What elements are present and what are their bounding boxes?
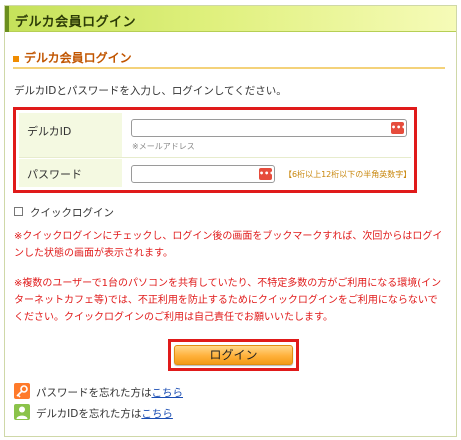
id-input[interactable]: ••• xyxy=(131,119,407,137)
password-manager-icon[interactable]: ••• xyxy=(259,168,274,180)
forgot-password-link[interactable]: こちら xyxy=(152,387,184,399)
id-label-cell: デルカID xyxy=(19,113,122,157)
login-form-highlight: デルカID ••• ※メールアドレス パスワード ••• 【6桁以上12桁以下の… xyxy=(13,107,417,193)
password-hint: 【6桁以上12桁以下の半角英数字】 xyxy=(284,170,412,179)
id-row: デルカID ••• ※メールアドレス xyxy=(19,113,411,158)
forgot-id-prefix: デルカIDを忘れた方は xyxy=(36,408,142,420)
header-accent-bar xyxy=(5,6,9,32)
shared-pc-notice: ※複数のユーザーで1台のパソコンを共有していたり、不特定多数の方がご利用になる環… xyxy=(14,278,442,323)
forgot-password-prefix: パスワードを忘れた方は xyxy=(36,387,152,399)
password-input[interactable]: ••• xyxy=(131,165,275,183)
id-label: デルカID xyxy=(27,125,72,138)
password-manager-icon[interactable]: ••• xyxy=(391,122,406,134)
quick-login-label[interactable]: クイックログイン xyxy=(30,205,114,220)
id-hint: ※メールアドレス xyxy=(132,142,195,151)
password-row: パスワード ••• 【6桁以上12桁以下の半角英数字】 xyxy=(19,159,411,187)
login-button[interactable]: ログイン xyxy=(174,345,293,365)
intro-text: デルカIDとパスワードを入力し、ログインしてください。 xyxy=(14,85,287,97)
key-icon xyxy=(14,383,30,399)
section-heading: デルカ会員ログイン xyxy=(13,47,445,69)
password-label-cell: パスワード xyxy=(19,159,122,187)
quick-login-notice: ※クイックログインにチェックし、ログイン後の画面をブックマークすれば、次回からは… xyxy=(14,231,443,259)
login-panel: デルカ会員ログイン xyxy=(4,5,457,437)
quick-login-checkbox[interactable] xyxy=(14,207,23,216)
forgot-id-link[interactable]: こちら xyxy=(141,408,173,420)
forgot-password-text: パスワードを忘れた方はこちら xyxy=(36,385,183,400)
login-button-highlight: ログイン xyxy=(168,339,299,371)
forgot-id-text: デルカIDを忘れた方はこちら xyxy=(36,406,173,421)
section-bullet-icon xyxy=(13,56,19,62)
section-title: デルカ会員ログイン xyxy=(24,51,132,65)
password-label: パスワード xyxy=(27,168,82,181)
panel-header: デルカ会員ログイン xyxy=(5,6,456,32)
user-icon xyxy=(14,404,30,420)
page-title: デルカ会員ログイン xyxy=(15,15,137,30)
